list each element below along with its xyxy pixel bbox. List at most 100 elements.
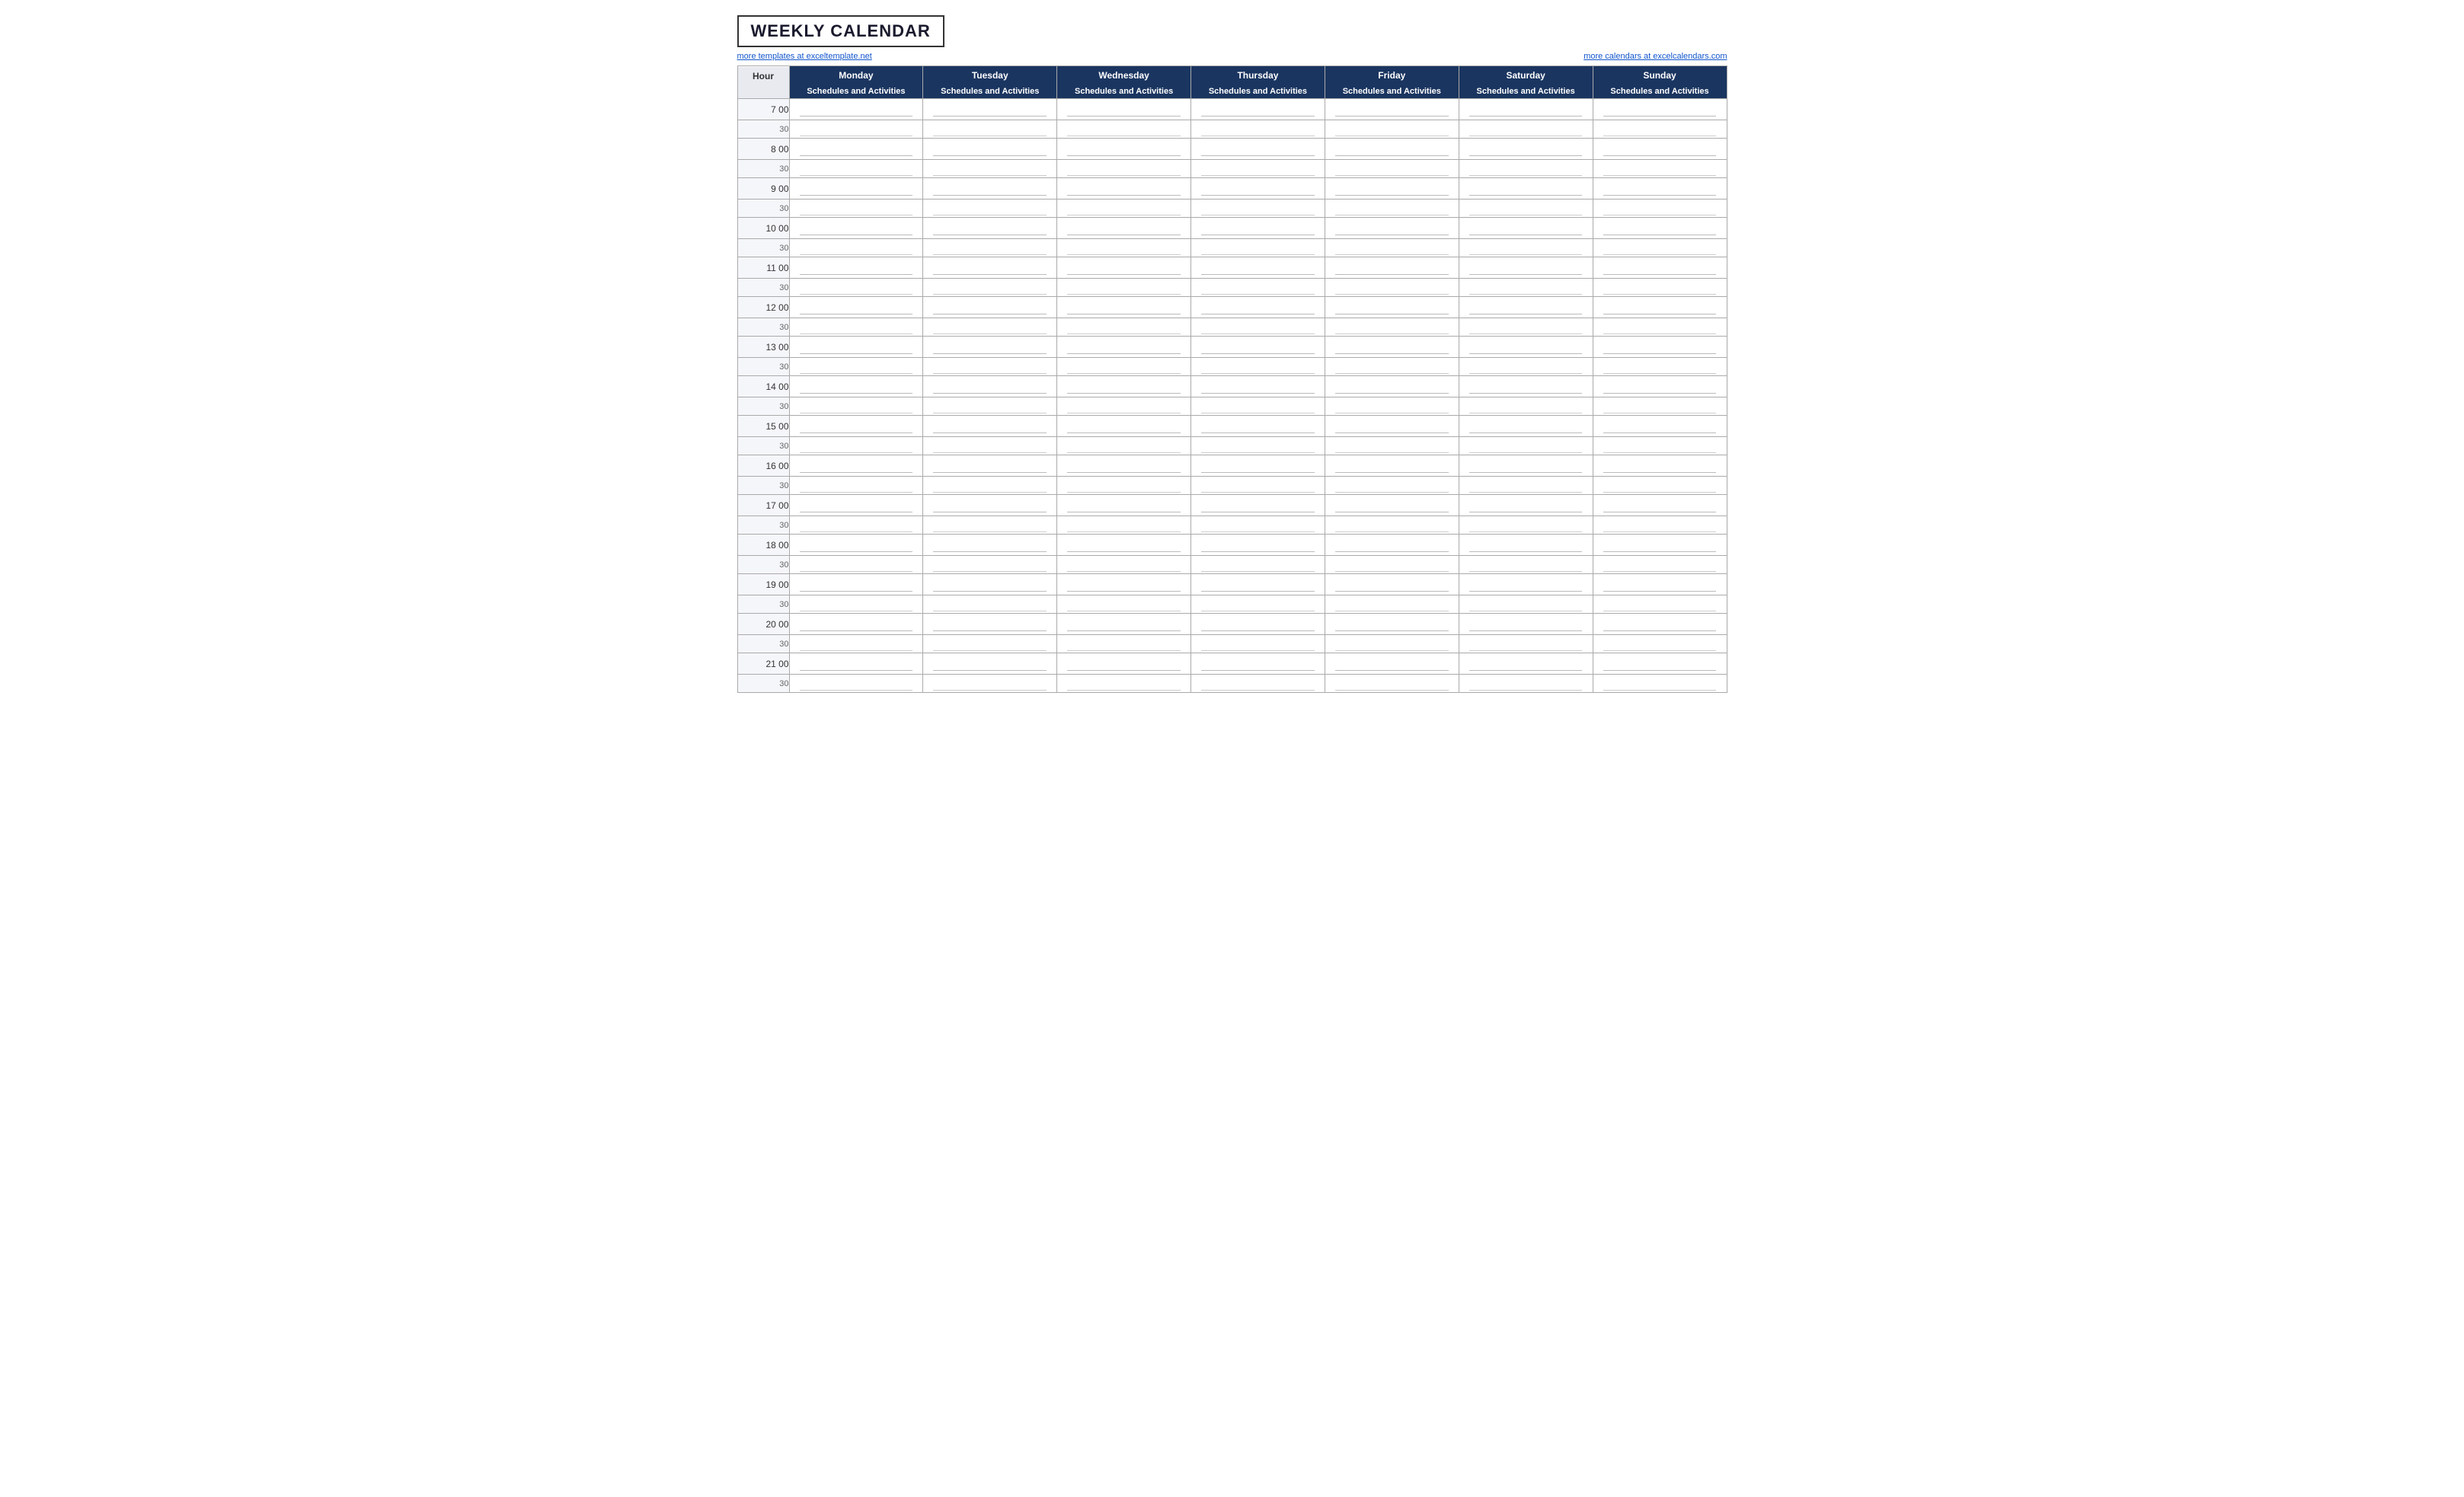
schedule-cell-half[interactable] bbox=[923, 318, 1057, 337]
schedule-cell-half[interactable] bbox=[1057, 397, 1191, 416]
schedule-cell[interactable] bbox=[1057, 535, 1191, 556]
schedule-cell-half[interactable] bbox=[789, 556, 923, 574]
schedule-cell-half[interactable] bbox=[1057, 516, 1191, 535]
schedule-cell[interactable] bbox=[1593, 653, 1727, 675]
schedule-cell[interactable] bbox=[1191, 535, 1325, 556]
schedule-cell[interactable] bbox=[1459, 257, 1593, 279]
schedule-cell[interactable] bbox=[1459, 653, 1593, 675]
schedule-cell[interactable] bbox=[1459, 376, 1593, 397]
schedule-cell[interactable] bbox=[1459, 614, 1593, 635]
schedule-cell[interactable] bbox=[1191, 574, 1325, 595]
schedule-cell-half[interactable] bbox=[1459, 556, 1593, 574]
schedule-cell-half[interactable] bbox=[1057, 318, 1191, 337]
schedule-cell[interactable] bbox=[1325, 99, 1459, 120]
schedule-cell-half[interactable] bbox=[1593, 556, 1727, 574]
schedule-cell-half[interactable] bbox=[1593, 318, 1727, 337]
schedule-cell[interactable] bbox=[1191, 455, 1325, 477]
schedule-cell[interactable] bbox=[1593, 218, 1727, 239]
schedule-cell[interactable] bbox=[1191, 178, 1325, 199]
schedule-cell[interactable] bbox=[789, 653, 923, 675]
schedule-cell-half[interactable] bbox=[1057, 595, 1191, 614]
schedule-cell-half[interactable] bbox=[1191, 516, 1325, 535]
schedule-cell-half[interactable] bbox=[1593, 437, 1727, 455]
schedule-cell-half[interactable] bbox=[1191, 120, 1325, 139]
schedule-cell-half[interactable] bbox=[923, 437, 1057, 455]
schedule-cell-half[interactable] bbox=[1057, 556, 1191, 574]
schedule-cell[interactable] bbox=[1191, 495, 1325, 516]
schedule-cell[interactable] bbox=[1191, 218, 1325, 239]
schedule-cell-half[interactable] bbox=[923, 675, 1057, 693]
schedule-cell[interactable] bbox=[923, 337, 1057, 358]
schedule-cell-half[interactable] bbox=[1593, 358, 1727, 376]
schedule-cell[interactable] bbox=[1325, 257, 1459, 279]
schedule-cell[interactable] bbox=[1057, 99, 1191, 120]
schedule-cell[interactable] bbox=[1325, 416, 1459, 437]
schedule-cell-half[interactable] bbox=[1459, 199, 1593, 218]
schedule-cell[interactable] bbox=[1459, 139, 1593, 160]
schedule-cell[interactable] bbox=[1593, 614, 1727, 635]
schedule-cell[interactable] bbox=[1057, 574, 1191, 595]
schedule-cell-half[interactable] bbox=[1325, 397, 1459, 416]
schedule-cell-half[interactable] bbox=[1325, 516, 1459, 535]
schedule-cell[interactable] bbox=[1593, 574, 1727, 595]
schedule-cell-half[interactable] bbox=[1593, 199, 1727, 218]
schedule-cell[interactable] bbox=[923, 178, 1057, 199]
schedule-cell[interactable] bbox=[1593, 297, 1727, 318]
schedule-cell[interactable] bbox=[1459, 535, 1593, 556]
schedule-cell-half[interactable] bbox=[1325, 358, 1459, 376]
schedule-cell-half[interactable] bbox=[1057, 675, 1191, 693]
schedule-cell-half[interactable] bbox=[789, 595, 923, 614]
schedule-cell[interactable] bbox=[923, 297, 1057, 318]
schedule-cell-half[interactable] bbox=[1459, 477, 1593, 495]
schedule-cell[interactable] bbox=[1593, 178, 1727, 199]
schedule-cell-half[interactable] bbox=[1325, 199, 1459, 218]
schedule-cell[interactable] bbox=[1325, 337, 1459, 358]
schedule-cell[interactable] bbox=[789, 139, 923, 160]
schedule-cell-half[interactable] bbox=[789, 358, 923, 376]
schedule-cell-half[interactable] bbox=[1459, 358, 1593, 376]
schedule-cell-half[interactable] bbox=[1459, 239, 1593, 257]
schedule-cell-half[interactable] bbox=[1191, 477, 1325, 495]
schedule-cell[interactable] bbox=[1593, 257, 1727, 279]
schedule-cell[interactable] bbox=[1191, 376, 1325, 397]
schedule-cell[interactable] bbox=[923, 495, 1057, 516]
schedule-cell[interactable] bbox=[1459, 416, 1593, 437]
schedule-cell-half[interactable] bbox=[1459, 635, 1593, 653]
schedule-cell-half[interactable] bbox=[1325, 675, 1459, 693]
schedule-cell[interactable] bbox=[1593, 455, 1727, 477]
schedule-cell[interactable] bbox=[789, 495, 923, 516]
schedule-cell-half[interactable] bbox=[1459, 160, 1593, 178]
schedule-cell[interactable] bbox=[1325, 614, 1459, 635]
schedule-cell-half[interactable] bbox=[1593, 120, 1727, 139]
schedule-cell-half[interactable] bbox=[923, 595, 1057, 614]
schedule-cell[interactable] bbox=[1325, 535, 1459, 556]
schedule-cell[interactable] bbox=[1057, 178, 1191, 199]
schedule-cell[interactable] bbox=[923, 653, 1057, 675]
schedule-cell[interactable] bbox=[1057, 614, 1191, 635]
schedule-cell-half[interactable] bbox=[1057, 239, 1191, 257]
schedule-cell[interactable] bbox=[923, 376, 1057, 397]
schedule-cell[interactable] bbox=[1459, 495, 1593, 516]
schedule-cell-half[interactable] bbox=[1593, 397, 1727, 416]
schedule-cell[interactable] bbox=[789, 99, 923, 120]
schedule-cell-half[interactable] bbox=[1191, 239, 1325, 257]
schedule-cell-half[interactable] bbox=[1057, 437, 1191, 455]
schedule-cell[interactable] bbox=[789, 574, 923, 595]
schedule-cell[interactable] bbox=[1057, 139, 1191, 160]
schedule-cell-half[interactable] bbox=[923, 160, 1057, 178]
schedule-cell-half[interactable] bbox=[789, 477, 923, 495]
schedule-cell-half[interactable] bbox=[1191, 279, 1325, 297]
schedule-cell[interactable] bbox=[1325, 653, 1459, 675]
schedule-cell[interactable] bbox=[1325, 376, 1459, 397]
schedule-cell[interactable] bbox=[789, 535, 923, 556]
schedule-cell[interactable] bbox=[923, 614, 1057, 635]
schedule-cell-half[interactable] bbox=[789, 279, 923, 297]
schedule-cell-half[interactable] bbox=[789, 239, 923, 257]
schedule-cell-half[interactable] bbox=[789, 120, 923, 139]
schedule-cell[interactable] bbox=[1593, 99, 1727, 120]
schedule-cell-half[interactable] bbox=[1459, 437, 1593, 455]
schedule-cell[interactable] bbox=[1191, 99, 1325, 120]
schedule-cell-half[interactable] bbox=[1325, 477, 1459, 495]
schedule-cell-half[interactable] bbox=[1459, 516, 1593, 535]
schedule-cell-half[interactable] bbox=[1057, 199, 1191, 218]
